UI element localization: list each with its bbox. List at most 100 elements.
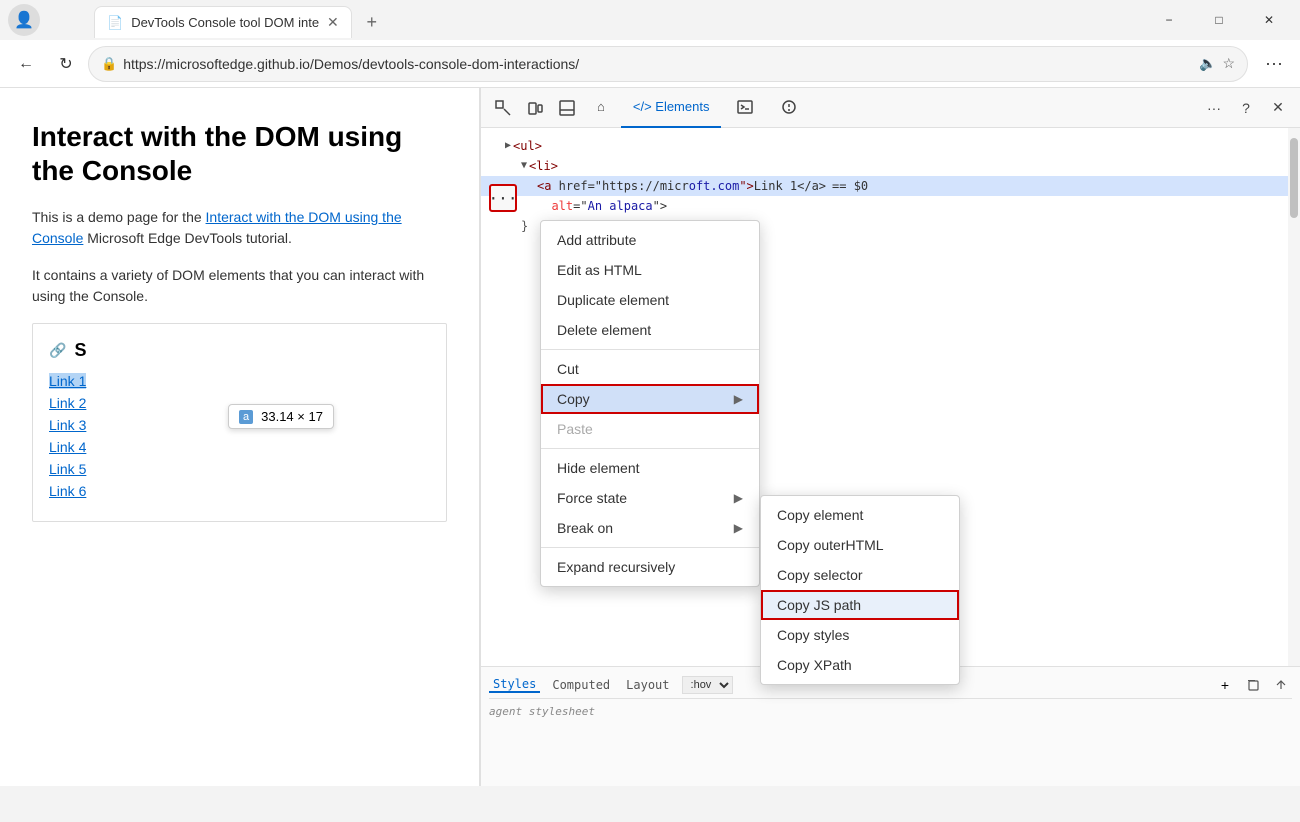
close-window-button[interactable]: ✕	[1246, 4, 1292, 36]
more-context-btn[interactable]: ···	[489, 184, 517, 212]
paragraph-2: It contains a variety of DOM elements th…	[32, 265, 447, 307]
profile-icon[interactable]: 👤	[8, 4, 40, 36]
elements-tab-label: </> Elements	[633, 99, 710, 114]
device-toolbar-btn[interactable]	[521, 94, 549, 122]
ctx-force-state[interactable]: Force state ▶	[541, 483, 759, 513]
lock-icon: 🔒	[101, 56, 117, 72]
tab-sources[interactable]	[769, 88, 809, 128]
inspect-element-btn[interactable]	[489, 94, 517, 122]
dom-line-ul: ▶ <ul>	[481, 136, 1300, 156]
ctx-add-attribute[interactable]: Add attribute	[541, 225, 759, 255]
tooltip-size: 33.14 × 17	[261, 409, 323, 424]
tab-elements[interactable]: </> Elements	[621, 88, 722, 128]
page-heading: Interact with the DOM using the Console	[32, 120, 447, 187]
styles-icons: +	[1214, 674, 1292, 696]
link-4[interactable]: Link 4	[49, 439, 86, 455]
demo-section: 🔗 S a 33.14 × 17 Link 1 Link 2 Link 3 Li…	[32, 323, 447, 522]
devtools-toolbar: ⌂ </> Elements ··· ? ✕	[481, 88, 1300, 128]
dom-line-img: alt =" An alpaca ">	[481, 196, 1300, 216]
home-icon: ⌂	[597, 99, 605, 114]
browser-toolbar-right: ···	[1256, 46, 1292, 82]
context-menu: Add attribute Edit as HTML Duplicate ele…	[540, 220, 760, 587]
tab-favicon: 📄	[107, 15, 123, 31]
sub-copy-js-path[interactable]: Copy JS path	[761, 590, 959, 620]
list-item: Link 5	[49, 461, 430, 479]
dom-scrollbar-thumb	[1290, 138, 1298, 218]
favorites-icon: ☆	[1222, 55, 1235, 72]
copy-submenu: Copy element Copy outerHTML Copy selecto…	[760, 495, 960, 685]
link-1[interactable]: Link 1	[49, 373, 86, 389]
minimize-button[interactable]: −	[1146, 4, 1192, 36]
copy-submenu-arrow: ▶	[734, 392, 743, 406]
link-6[interactable]: Link 6	[49, 483, 86, 499]
help-btn[interactable]: ?	[1232, 94, 1260, 122]
tab-console[interactable]	[725, 88, 765, 128]
window-controls: − □ ✕	[1146, 4, 1292, 36]
ctx-hide[interactable]: Hide element	[541, 453, 759, 483]
ctx-separator-2	[541, 448, 759, 449]
new-tab-button[interactable]: +	[356, 6, 388, 38]
force-state-submenu-arrow: ▶	[734, 491, 743, 505]
dom-line-a[interactable]: <a href="https://micr oft.com "> Link 1<…	[481, 176, 1300, 196]
browser-tab[interactable]: 📄 DevTools Console tool DOM inte ✕	[94, 6, 352, 38]
tab-close-btn[interactable]: ✕	[327, 14, 339, 31]
anchor-icon: 🔗	[49, 342, 66, 359]
ctx-separator-3	[541, 547, 759, 548]
title-bar: 👤 📄 DevTools Console tool DOM inte ✕ + −…	[0, 0, 1300, 40]
dom-scrollbar[interactable]	[1288, 128, 1300, 666]
ctx-separator-1	[541, 349, 759, 350]
back-button[interactable]: ←	[8, 46, 44, 82]
refresh-button[interactable]: ↻	[48, 46, 84, 82]
tab-title: DevTools Console tool DOM inte	[131, 15, 319, 30]
ctx-expand[interactable]: Expand recursively	[541, 552, 759, 582]
link-5[interactable]: Link 5	[49, 461, 86, 477]
sub-copy-outerhtml[interactable]: Copy outerHTML	[761, 530, 959, 560]
new-style-rule-btn[interactable]: +	[1214, 674, 1236, 696]
expand-arrow: ▶	[505, 137, 511, 155]
ctx-copy[interactable]: Copy ▶	[541, 384, 759, 414]
link-2[interactable]: Link 2	[49, 395, 86, 411]
tab-computed[interactable]: Computed	[548, 678, 614, 692]
maximize-button[interactable]: □	[1196, 4, 1242, 36]
tooltip-tag: a	[239, 410, 253, 424]
list-item: Link 1	[49, 373, 430, 391]
webpage-content: Interact with the DOM using the Console …	[0, 88, 480, 786]
tab-home[interactable]: ⌂	[585, 88, 617, 128]
settings-button[interactable]: ···	[1256, 46, 1292, 82]
sub-copy-xpath[interactable]: Copy XPath	[761, 650, 959, 680]
ctx-delete[interactable]: Delete element	[541, 315, 759, 345]
tab-layout[interactable]: Layout	[622, 678, 673, 692]
navigate-to-btn[interactable]	[1270, 674, 1292, 696]
ctx-duplicate[interactable]: Duplicate element	[541, 285, 759, 315]
ctx-paste: Paste	[541, 414, 759, 444]
address-bar: ← ↻ 🔒 https://microsoftedge.github.io/De…	[0, 40, 1300, 88]
paragraph-1: This is a demo page for the Interact wit…	[32, 207, 447, 249]
section-header: 🔗 S	[49, 340, 430, 361]
section-title: S	[74, 340, 86, 361]
hover-state-dropdown[interactable]: :hov	[682, 676, 733, 694]
url-bar[interactable]: 🔒 https://microsoftedge.github.io/Demos/…	[88, 46, 1248, 82]
ctx-edit-html[interactable]: Edit as HTML	[541, 255, 759, 285]
read-aloud-icon: 🔈	[1199, 55, 1216, 72]
copy-element-btn[interactable]	[1242, 674, 1264, 696]
tab-bar: 📄 DevTools Console tool DOM inte ✕ +	[44, 2, 1142, 38]
more-tools-btn[interactable]: ···	[1200, 94, 1228, 122]
ctx-break-on[interactable]: Break on ▶	[541, 513, 759, 543]
url-text: https://microsoftedge.github.io/Demos/de…	[123, 56, 1193, 72]
tab-styles[interactable]: Styles	[489, 677, 540, 693]
sub-copy-styles[interactable]: Copy styles	[761, 620, 959, 650]
sub-copy-element[interactable]: Copy element	[761, 500, 959, 530]
sub-copy-selector[interactable]: Copy selector	[761, 560, 959, 590]
element-tooltip: a 33.14 × 17	[228, 404, 334, 429]
devtools-toolbar-right: ··· ? ✕	[1200, 94, 1292, 122]
dom-line-li: ▼ <li>	[481, 156, 1300, 176]
drawer-btn[interactable]	[553, 94, 581, 122]
link-3[interactable]: Link 3	[49, 417, 86, 433]
list-item: Link 6	[49, 483, 430, 501]
links-list: Link 1 Link 2 Link 3 Link 4 Link 5 Link …	[49, 373, 430, 501]
close-devtools-btn[interactable]: ✕	[1264, 94, 1292, 122]
style-rule-agent: agent stylesheet	[489, 703, 1292, 721]
ctx-cut[interactable]: Cut	[541, 354, 759, 384]
break-on-submenu-arrow: ▶	[734, 521, 743, 535]
list-item: Link 4	[49, 439, 430, 457]
